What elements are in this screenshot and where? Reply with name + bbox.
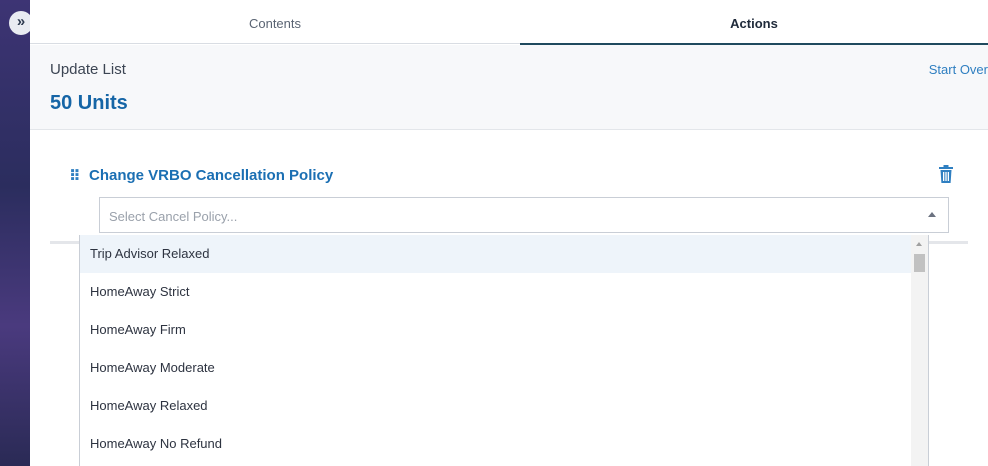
- caret-up-icon[interactable]: [928, 212, 936, 217]
- page-title: Update List: [50, 61, 126, 78]
- start-over-link[interactable]: Start Over: [929, 62, 988, 77]
- tab-bar: Contents Actions: [30, 0, 988, 45]
- cancel-policy-dropdown: Trip Advisor Relaxed HomeAway Strict Hom…: [79, 235, 929, 466]
- action-title: Change VRBO Cancellation Policy: [89, 167, 334, 184]
- double-chevron-right-icon: »: [16, 13, 26, 30]
- tab-contents[interactable]: Contents: [30, 0, 520, 44]
- list-header: Update List 50 Units Start Over: [30, 45, 988, 130]
- cancel-policy-select[interactable]: [99, 197, 949, 233]
- unit-count: 50 Units: [50, 92, 128, 114]
- dropdown-scrollbar[interactable]: [911, 235, 928, 466]
- dropdown-option[interactable]: HomeAway No Refund: [80, 425, 913, 463]
- dropdown-option[interactable]: HomeAway Strict: [80, 273, 913, 311]
- drag-handle-icon[interactable]: ⠿: [69, 167, 81, 185]
- trash-icon[interactable]: [938, 165, 954, 183]
- tab-actions[interactable]: Actions: [520, 0, 988, 45]
- dropdown-option[interactable]: HomeAway Firm: [80, 311, 913, 349]
- dropdown-option[interactable]: Trip Advisor Relaxed: [80, 235, 913, 273]
- dropdown-option[interactable]: HomeAway Moderate: [80, 349, 913, 387]
- dropdown-option[interactable]: HomeAway Relaxed: [80, 387, 913, 425]
- background-strip: [0, 0, 30, 466]
- scrollbar-thumb[interactable]: [914, 254, 925, 272]
- actions-panel: Contents Actions Update List 50 Units St…: [30, 0, 988, 466]
- cancel-policy-search-input[interactable]: [109, 206, 899, 226]
- scroll-up-arrow-icon[interactable]: [916, 242, 922, 246]
- action-card: ⠿ Change VRBO Cancellation Policy: [50, 150, 968, 244]
